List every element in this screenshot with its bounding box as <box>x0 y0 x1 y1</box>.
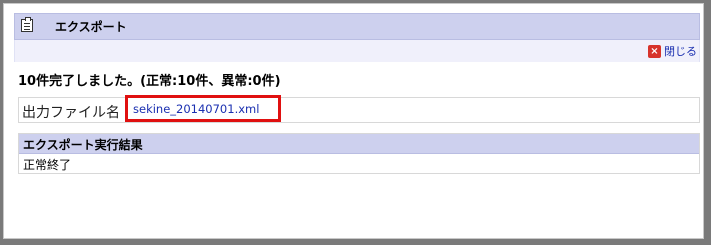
export-dialog: エクスポート × 閉じる 10件完了しました。(正常:10件、異常:0件) 出力… <box>3 3 704 239</box>
completion-summary: 10件完了しました。(正常:10件、異常:0件) <box>18 74 281 89</box>
output-file-label: 出力ファイル名 <box>22 105 120 121</box>
export-result-table: エクスポート実行結果 正常終了 <box>18 133 700 174</box>
dialog-titlebar: エクスポート <box>14 13 700 40</box>
close-button[interactable]: × 閉じる <box>648 43 697 59</box>
dialog-title: エクスポート <box>55 20 127 34</box>
output-file-link[interactable]: sekine_20140701.xml <box>133 102 259 116</box>
close-bar: × 閉じる <box>14 40 700 62</box>
document-icon <box>21 17 33 32</box>
close-icon[interactable]: × <box>648 44 661 58</box>
close-label[interactable]: 閉じる <box>664 43 697 59</box>
output-file-row: 出力ファイル名 sekine_20140701.xml <box>18 95 700 123</box>
result-header: エクスポート実行結果 <box>19 134 699 154</box>
result-value: 正常終了 <box>23 158 72 172</box>
file-link-highlight: sekine_20140701.xml <box>125 95 281 122</box>
